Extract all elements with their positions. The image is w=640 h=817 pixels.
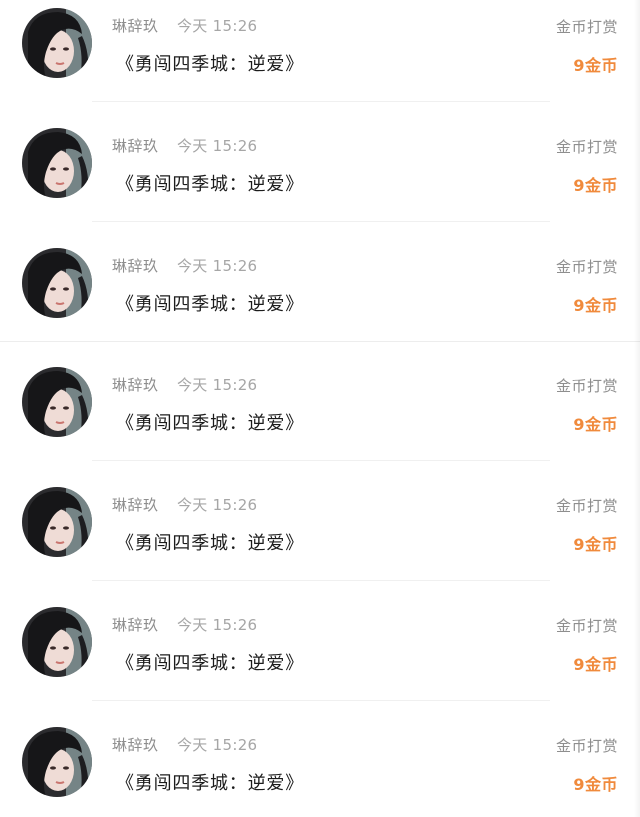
username[interactable]: 琳辞玖 [112,15,159,36]
book-title[interactable]: 《勇闯四季城：逆爱》 [116,769,304,795]
reward-notification-list: 琳辞玖 今天 15:26 《勇闯四季城：逆爱》 金币打赏 9金币 琳辞玖 今天 … [0,0,640,817]
reward-type-label: 金币打赏 [555,617,618,635]
list-item[interactable]: 琳辞玖 今天 15:26 《勇闯四季城：逆爱》 金币打赏 9金币 [0,479,640,599]
reward-type-label: 金币打赏 [555,377,618,395]
list-item[interactable]: 琳辞玖 今天 15:26 《勇闯四季城：逆爱》 金币打赏 9金币 [0,240,640,360]
username[interactable]: 琳辞玖 [112,494,159,515]
avatar[interactable] [22,487,92,557]
avatar[interactable] [22,607,92,677]
reward-type-label: 金币打赏 [555,138,618,156]
scroll-edge-shadow [634,0,640,817]
divider [92,460,550,461]
list-item[interactable]: 琳辞玖 今天 15:26 《勇闯四季城：逆爱》 金币打赏 9金币 [0,120,640,240]
reward-type-label: 金币打赏 [555,497,618,515]
avatar[interactable] [22,367,92,437]
timestamp: 今天 15:26 [177,736,258,754]
avatar[interactable] [22,727,92,797]
timestamp: 今天 15:26 [177,17,258,35]
list-item[interactable]: 琳辞玖 今天 15:26 《勇闯四季城：逆爱》 金币打赏 9金币 [0,719,640,817]
timestamp: 今天 15:26 [177,496,258,514]
list-item[interactable]: 琳辞玖 今天 15:26 《勇闯四季城：逆爱》 金币打赏 9金币 [0,359,640,479]
timestamp: 今天 15:26 [177,616,258,634]
reward-type-label: 金币打赏 [555,18,618,36]
avatar[interactable] [22,8,92,78]
username[interactable]: 琳辞玖 [112,374,159,395]
avatar[interactable] [22,128,92,198]
book-title[interactable]: 《勇闯四季城：逆爱》 [116,290,304,316]
divider [92,221,550,222]
reward-type-label: 金币打赏 [555,258,618,276]
book-title[interactable]: 《勇闯四季城：逆爱》 [116,50,304,76]
book-title[interactable]: 《勇闯四季城：逆爱》 [116,529,304,555]
username[interactable]: 琳辞玖 [112,734,159,755]
divider [92,580,550,581]
reward-type-label: 金币打赏 [555,737,618,755]
username[interactable]: 琳辞玖 [112,255,159,276]
reward-amount: 9金币 [573,775,618,794]
book-title[interactable]: 《勇闯四季城：逆爱》 [116,170,304,196]
reward-amount: 9金币 [573,535,618,554]
reward-amount: 9金币 [573,415,618,434]
book-title[interactable]: 《勇闯四季城：逆爱》 [116,409,304,435]
timestamp: 今天 15:26 [177,257,258,275]
reward-amount: 9金币 [573,655,618,674]
list-item[interactable]: 琳辞玖 今天 15:26 《勇闯四季城：逆爱》 金币打赏 9金币 [0,599,640,719]
timestamp: 今天 15:26 [177,137,258,155]
timestamp: 今天 15:26 [177,376,258,394]
username[interactable]: 琳辞玖 [112,135,159,156]
reward-amount: 9金币 [573,296,618,315]
book-title[interactable]: 《勇闯四季城：逆爱》 [116,649,304,675]
divider [0,341,640,342]
reward-amount: 9金币 [573,176,618,195]
divider [92,700,550,701]
divider [92,101,550,102]
username[interactable]: 琳辞玖 [112,614,159,635]
reward-amount: 9金币 [573,56,618,75]
list-item[interactable]: 琳辞玖 今天 15:26 《勇闯四季城：逆爱》 金币打赏 9金币 [0,0,640,120]
avatar[interactable] [22,248,92,318]
